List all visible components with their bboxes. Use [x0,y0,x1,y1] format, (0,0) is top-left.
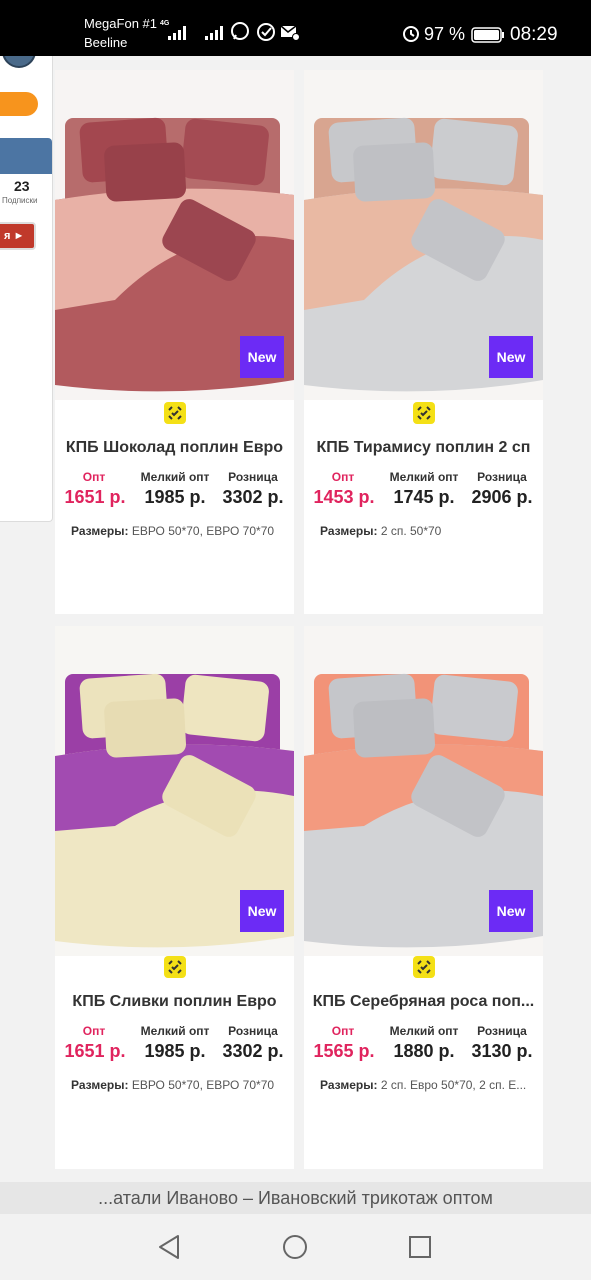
alarm-icon [403,26,419,42]
sizes: Размеры: ЕВРО 50*70, ЕВРО 70*70 [71,1078,285,1092]
product-card[interactable]: New КПБ Шоколад поплин Евро Опт Мелкий о… [55,70,294,614]
product-title[interactable]: КПБ Сливки поплин Евро [55,993,294,1011]
recents-icon[interactable] [408,1235,432,1259]
small-opt-label: Мелкий опт [389,1024,459,1038]
small-opt-price: 1880 р. [393,1041,455,1061]
home-icon[interactable] [282,1234,308,1260]
opt-label: Опт [82,470,106,484]
compare-icon[interactable] [164,402,186,424]
sizes-label: Размеры: [320,1078,378,1092]
subscriptions-count: 23 [14,178,30,194]
new-badge: New [489,336,533,378]
product-image[interactable]: New [304,70,543,400]
retail-label: Розница [477,470,527,484]
sizes-value: 2 сп. Евро 50*70, 2 сп. Е... [380,1078,527,1092]
small-opt-price: 1985 р. [144,1041,206,1061]
carrier-name-1: MegaFon #1 [84,16,157,31]
small-opt-price: 1985 р. [144,487,206,507]
opt-label: Опт [331,470,355,484]
retail-label: Розница [228,1024,278,1038]
avatar[interactable] [2,56,36,68]
product-title[interactable]: КПБ Шоколад поплин Евро [55,439,294,457]
small-opt-label: Мелкий опт [389,470,459,484]
opt-price: 1565 р. [313,1041,375,1061]
blue-header [0,138,52,174]
back-icon[interactable] [157,1234,181,1260]
sizes-label: Размеры: [71,1078,129,1092]
opt-price: 1651 р. [64,487,126,507]
retail-price: 3302 р. [222,1041,284,1061]
clock: 08:29 [510,24,558,45]
opt-price: 1651 р. [64,1041,126,1061]
small-opt-label: Мелкий опт [140,1024,210,1038]
sizes: Размеры: 2 сп. Евро 50*70, 2 сп. Е... [320,1078,534,1092]
red-action-button[interactable]: я ► [0,222,36,250]
new-badge: New [240,890,284,932]
product-image[interactable]: New [304,626,543,956]
sizes: Размеры: ЕВРО 50*70, ЕВРО 70*70 [71,524,285,538]
opt-label: Опт [331,1024,355,1038]
new-badge: New [240,336,284,378]
product-title[interactable]: КПБ Тирамису поплин 2 сп [304,439,543,457]
profile-side-panel: 23 Подписки я ► [0,56,53,522]
battery-percent: 97 % [424,24,466,44]
sizes-label: Размеры: [320,524,378,538]
signal-icon [205,26,223,40]
retail-price: 3130 р. [471,1041,533,1061]
sizes: Размеры: 2 сп. 50*70 [320,524,534,538]
product-title[interactable]: КПБ Серебряная роса поп... [304,993,543,1011]
retail-label: Розница [228,470,278,484]
page-title-bar[interactable]: ...атали Иваново – Ивановский трикотаж о… [0,1182,591,1214]
product-card[interactable]: New КПБ Серебряная роса поп... Опт Мелки… [304,626,543,1169]
product-image[interactable]: New [55,70,294,400]
sizes-label: Размеры: [71,524,129,538]
compare-icon[interactable] [413,956,435,978]
orange-button[interactable] [0,92,38,116]
compare-icon[interactable] [164,956,186,978]
small-opt-price: 1745 р. [393,487,455,507]
new-badge: New [489,890,533,932]
product-image[interactable]: New [55,626,294,956]
product-card[interactable]: New КПБ Тирамису поплин 2 сп Опт Мелкий … [304,70,543,614]
sizes-value: ЕВРО 50*70, ЕВРО 70*70 [131,1078,275,1092]
retail-price: 3302 р. [222,487,284,507]
status-bar: MegaFon #1 Beeline 4G 97 % 08:29 [0,0,591,56]
sizes-value: ЕВРО 50*70, ЕВРО 70*70 [131,524,275,538]
opt-label: Опт [82,1024,106,1038]
opt-price: 1453 р. [313,487,375,507]
signal-icon [168,26,186,40]
subscriptions-label: Подписки [2,196,38,205]
sberbank-icon [257,23,275,41]
carrier-name-2: Beeline [84,35,128,50]
retail-label: Розница [477,1024,527,1038]
mail-settings-icon [280,25,300,41]
small-opt-label: Мелкий опт [140,470,210,484]
sizes-value: 2 сп. 50*70 [380,524,442,538]
battery-icon [471,27,504,43]
retail-price: 2906 р. [471,487,533,507]
viber-icon [231,22,249,40]
product-card[interactable]: New КПБ Сливки поплин Евро Опт Мелкий оп… [55,626,294,1169]
compare-icon[interactable] [413,402,435,424]
system-nav-bar [0,1214,591,1280]
